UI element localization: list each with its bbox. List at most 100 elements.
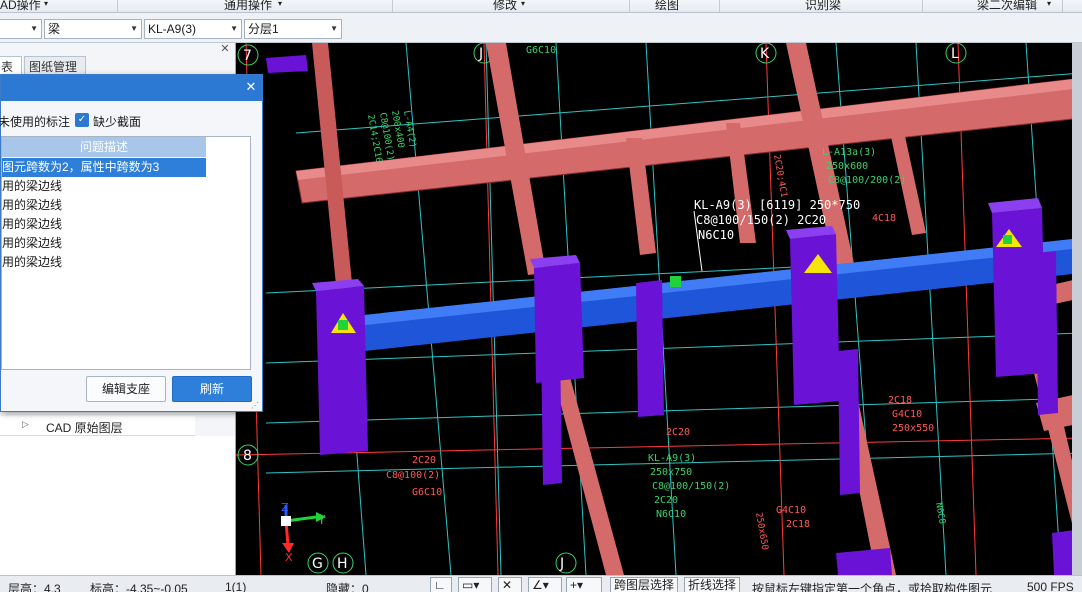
tab-drawing-management[interactable]: 图纸管理 xyxy=(24,56,86,76)
cad-text: KL-A9(3) [6119] 250*750 xyxy=(694,198,860,212)
option-label: 缺少截面 xyxy=(93,115,142,129)
panel-close-icon[interactable]: ✕ xyxy=(218,43,232,55)
floor-height-status: 层高：4.3 xyxy=(8,582,61,592)
cad-drawing[interactable]: 7 J K L 8 G H J KL-A9(3) [6119] 250*750 … xyxy=(236,43,1082,575)
problem-row[interactable]: 图元跨数为2，属性中跨数为3 xyxy=(2,158,206,177)
cad-text: N6C10 xyxy=(698,228,734,242)
missing-section-checkbox[interactable]: ✓ xyxy=(75,113,89,127)
cad-text: 250x750 xyxy=(650,467,692,478)
ribbon-group-label: 绘图 xyxy=(655,0,680,12)
cad-text: 250x600 xyxy=(826,161,868,172)
ortho-toggle-icon[interactable]: ∟ xyxy=(430,577,452,592)
fps-status: 500 FPS xyxy=(1027,580,1074,592)
tree-area xyxy=(0,436,235,575)
axis-label: H xyxy=(337,556,348,572)
right-tool-strip xyxy=(1072,43,1082,575)
triad-label: Z xyxy=(281,501,289,514)
ribbon-group-bar: AD操作 ▾ 通用操作 ▾ 修改 ▾ 绘图 识别梁 梁二次编辑 ▾ xyxy=(0,0,1082,13)
polyline-select-button[interactable]: 折线选择 xyxy=(684,577,741,592)
dropdown-arrow-icon: ▼ xyxy=(30,24,38,33)
ribbon-group-beam-edit[interactable]: 梁二次编辑 ▾ xyxy=(923,0,1063,12)
cad-text: G4C10 xyxy=(776,505,806,516)
option-unused-annotation[interactable]: 未使用的标注 xyxy=(0,113,70,130)
element-name-select[interactable]: KL-A9(3) ▼ xyxy=(144,19,242,39)
ribbon-group-label: 修改 xyxy=(493,0,518,12)
element-type-value: 梁 xyxy=(48,22,61,36)
ribbon-group-recognize-beam[interactable]: 识别梁 xyxy=(720,0,923,12)
point-mode-icon[interactable]: +▾ xyxy=(566,577,602,592)
edit-support-button[interactable]: 编辑支座 xyxy=(86,376,166,402)
layer-select[interactable]: 分层1 ▼ xyxy=(244,19,342,39)
app-window: AD操作 ▾ 通用操作 ▾ 修改 ▾ 绘图 识别梁 梁二次编辑 ▾ ▼ 梁 ▼ KL-A9… xyxy=(0,0,1082,592)
element-name-value: KL-A9(3) xyxy=(148,22,197,36)
axis-label: G xyxy=(312,556,323,572)
dropdown-arrow-icon: ▾ xyxy=(278,0,283,8)
dialog-title-bar[interactable] xyxy=(1,75,262,101)
problem-row[interactable]: 用的梁边线 xyxy=(2,196,206,215)
cad-text: N6C10 xyxy=(656,509,686,520)
tab-table[interactable]: 表 xyxy=(0,56,22,76)
cross-mode-icon[interactable]: ✕ xyxy=(498,577,522,592)
axis-label: K xyxy=(760,46,770,62)
axis-label: 8 xyxy=(243,448,252,464)
axis-label: 7 xyxy=(243,48,252,64)
element-type-select[interactable]: 梁 ▼ xyxy=(44,19,142,39)
check-dialog: ✕ 未使用的标注 ✓ 缺少截面 问题描述 图元跨数为2，属性中跨数为3 用的梁边… xyxy=(0,74,263,412)
cad-text: 2C18 xyxy=(786,519,810,530)
axis-label: L xyxy=(951,46,959,62)
dropdown-arrow-icon: ▾ xyxy=(1047,0,1052,8)
tab-label: 表 xyxy=(1,60,14,74)
refresh-button[interactable]: 刷新 xyxy=(172,376,252,402)
cad-text: N6C8 xyxy=(933,502,947,525)
tree-item-label: CAD 原始图层 xyxy=(46,421,123,435)
dropdown-arrow-icon: ▾ xyxy=(44,0,49,8)
cad-text: 250x550 xyxy=(892,423,934,434)
ribbon-group-common[interactable]: 通用操作 ▾ xyxy=(118,0,393,12)
option-missing-section[interactable]: 缺少截面 xyxy=(93,113,141,130)
axis-triad: Z Y X xyxy=(281,501,326,564)
cross-layer-select-button[interactable]: 跨图层选择 xyxy=(610,577,679,592)
elevation-status: 标高：-4.35~-0.05 xyxy=(90,582,188,592)
problem-row[interactable]: 用的梁边线 xyxy=(2,234,206,253)
triad-label: Y xyxy=(317,513,326,527)
ribbon-group-label: 通用操作 xyxy=(224,0,273,12)
cad-text: 2C20 xyxy=(412,455,436,466)
status-bar: 层高：4.3 标高：-4.35~-0.05 1(1) 隐藏：0 ∟ ▭▾ ✕ ∠… xyxy=(0,575,1082,592)
cad-text: 4C18 xyxy=(872,213,896,224)
ribbon-group-modify[interactable]: 修改 ▾ xyxy=(393,0,630,12)
close-icon[interactable]: ✕ xyxy=(243,78,259,96)
dropdown-arrow-icon: ▼ xyxy=(130,24,138,33)
dropdown-arrow-icon: ▼ xyxy=(230,24,238,33)
tree-item-cad-layer[interactable]: ▷ CAD 原始图层 xyxy=(0,416,195,436)
cad-text: G4C10 xyxy=(892,409,922,420)
ribbon-group-label: 识别梁 xyxy=(805,0,842,12)
cad-text: C8@100(2) xyxy=(386,470,440,481)
triad-label: X xyxy=(285,551,293,564)
snap-mode-icon[interactable]: ▭▾ xyxy=(458,577,492,592)
cad-text: 2C18 xyxy=(888,395,912,406)
cad-text: C8@100/150(2) 2C20 xyxy=(696,213,826,227)
cad-viewport[interactable]: 7 J K L 8 G H J KL-A9(3) [6119] 250*750 … xyxy=(236,43,1082,575)
angle-mode-icon[interactable]: ∠▾ xyxy=(528,577,562,592)
hidden-status: 隐藏：0 xyxy=(326,582,369,592)
dropdown-arrow-icon: ▼ xyxy=(330,24,338,33)
problem-list: 问题描述 图元跨数为2，属性中跨数为3 用的梁边线 用的梁边线 用的梁边线 用的… xyxy=(1,136,251,370)
problem-row[interactable]: 用的梁边线 xyxy=(2,215,206,234)
ribbon-group-label: 梁二次编辑 xyxy=(977,0,1038,12)
count-status: 1(1) xyxy=(225,580,247,592)
selected-beam[interactable] xyxy=(336,238,1082,353)
ribbon-group-cad[interactable]: AD操作 ▾ xyxy=(0,0,118,12)
resize-grip-icon[interactable]: ⋰ xyxy=(251,401,259,410)
cad-text: 2C20;4C1 xyxy=(771,154,788,198)
problem-row[interactable]: 用的梁边线 xyxy=(2,177,206,196)
ribbon-group-draw[interactable]: 绘图 xyxy=(630,0,720,12)
floor-select[interactable]: ▼ xyxy=(0,19,42,39)
axis-label: J xyxy=(559,556,564,572)
cad-text: L-A13a(3) xyxy=(822,147,876,158)
cad-text: 250x650 xyxy=(753,512,769,551)
axis-label: J xyxy=(478,46,483,62)
expand-arrow-icon[interactable]: ▷ xyxy=(22,419,29,430)
tab-label: 图纸管理 xyxy=(29,60,78,74)
problem-row[interactable]: 用的梁边线 xyxy=(2,253,206,272)
option-label: 未使用的标注 xyxy=(0,115,71,129)
